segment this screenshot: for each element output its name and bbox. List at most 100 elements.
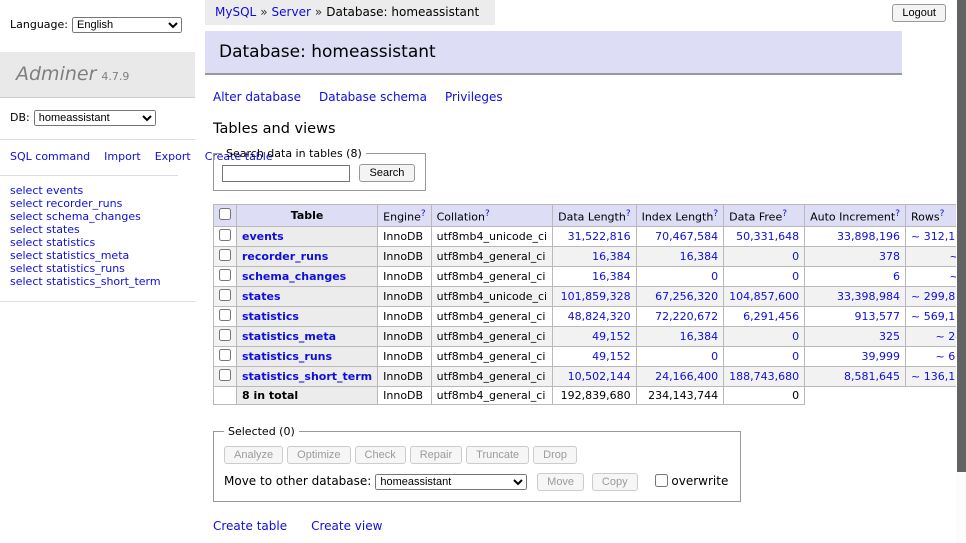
selected-action-button[interactable]: Drop bbox=[533, 446, 577, 464]
table-select-link[interactable]: select events bbox=[10, 185, 185, 198]
adminer-home-link[interactable]: Adminer bbox=[16, 63, 96, 85]
table-name-link[interactable]: recorder_runs bbox=[242, 250, 328, 263]
data-free-link[interactable]: 0 bbox=[792, 270, 799, 283]
auto-increment-link[interactable]: 33,398,984 bbox=[837, 290, 900, 303]
row-checkbox[interactable] bbox=[219, 329, 231, 341]
data-length-link[interactable]: 31,522,816 bbox=[568, 230, 631, 243]
table-select-link[interactable]: select statistics bbox=[10, 237, 185, 250]
table-select-link[interactable]: select recorder_runs bbox=[10, 198, 185, 211]
index-length-link[interactable]: 16,384 bbox=[680, 250, 719, 263]
sidebar-op-link[interactable]: Import bbox=[104, 150, 141, 163]
table-name-link[interactable]: events bbox=[242, 230, 284, 243]
row-checkbox[interactable] bbox=[219, 369, 231, 381]
page-title: Database: homeassistant bbox=[205, 31, 902, 75]
column-help-link[interactable]: ? bbox=[782, 209, 787, 219]
selected-action-button[interactable]: Truncate bbox=[466, 446, 529, 464]
table-select-link[interactable]: select states bbox=[10, 224, 185, 237]
auto-increment-link[interactable]: 325 bbox=[879, 330, 900, 343]
table-select-link[interactable]: select statistics_runs bbox=[10, 263, 185, 276]
table-name-link[interactable]: statistics bbox=[242, 310, 299, 323]
data-length-link[interactable]: 101,859,328 bbox=[561, 290, 631, 303]
sidebar-op-link[interactable]: Export bbox=[155, 150, 191, 163]
db-action-link[interactable]: Privileges bbox=[445, 90, 503, 104]
scrollbar-thumb[interactable] bbox=[957, 0, 966, 472]
total-engine: InnoDB bbox=[378, 386, 431, 404]
create-link[interactable]: Create table bbox=[213, 519, 287, 533]
table-name-link[interactable]: schema_changes bbox=[242, 270, 346, 283]
selected-action-button[interactable]: Check bbox=[355, 446, 406, 464]
data-length-link[interactable]: 16,384 bbox=[592, 270, 631, 283]
table-select-link[interactable]: select statistics_meta bbox=[10, 250, 185, 263]
auto-increment-link[interactable]: 33,898,196 bbox=[837, 230, 900, 243]
index-length-link[interactable]: 16,384 bbox=[680, 330, 719, 343]
collation-cell: utf8mb4_general_ci bbox=[431, 346, 552, 366]
auto-increment-link[interactable]: 39,999 bbox=[862, 350, 901, 363]
data-free-link[interactable]: 188,743,680 bbox=[729, 370, 799, 383]
scrollbar-track[interactable] bbox=[956, 0, 966, 543]
column-header-data-length: Data Length? bbox=[553, 205, 636, 227]
selected-action-button[interactable]: Repair bbox=[410, 446, 462, 464]
column-header-data-free: Data Free? bbox=[724, 205, 805, 227]
auto-increment-link[interactable]: 8,581,645 bbox=[844, 370, 900, 383]
language-select[interactable]: English bbox=[72, 17, 182, 33]
data-length-link[interactable]: 49,152 bbox=[592, 330, 631, 343]
data-free-link[interactable]: 0 bbox=[792, 330, 799, 343]
table-name-link[interactable]: statistics_meta bbox=[242, 330, 336, 343]
db-action-link[interactable]: Database schema bbox=[319, 90, 427, 104]
overwrite-checkbox[interactable] bbox=[655, 474, 668, 487]
index-length-link[interactable]: 0 bbox=[711, 270, 718, 283]
index-length-link[interactable]: 72,220,672 bbox=[655, 310, 718, 323]
breadcrumb-server-link[interactable]: Server bbox=[272, 5, 311, 19]
data-length-link[interactable]: 10,502,144 bbox=[568, 370, 631, 383]
index-length-link[interactable]: 67,256,320 bbox=[655, 290, 718, 303]
create-link[interactable]: Create view bbox=[311, 519, 382, 533]
column-help-link[interactable]: ? bbox=[421, 209, 426, 219]
search-button[interactable]: Search bbox=[359, 164, 416, 182]
index-length-link[interactable]: 70,467,584 bbox=[655, 230, 718, 243]
row-checkbox[interactable] bbox=[219, 249, 231, 261]
column-help-link[interactable]: ? bbox=[895, 209, 900, 219]
table-select-link[interactable]: select schema_changes bbox=[10, 211, 185, 224]
db-action-link[interactable]: Alter database bbox=[213, 90, 301, 104]
data-free-link[interactable]: 104,857,600 bbox=[729, 290, 799, 303]
selected-action-button[interactable]: Optimize bbox=[287, 446, 350, 464]
column-help-link[interactable]: ? bbox=[713, 209, 718, 219]
index-length-link[interactable]: 0 bbox=[711, 350, 718, 363]
row-checkbox[interactable] bbox=[219, 229, 231, 241]
selected-action-button[interactable]: Analyze bbox=[224, 446, 283, 464]
move-button[interactable]: Move bbox=[537, 473, 584, 491]
column-help-link[interactable]: ? bbox=[485, 209, 490, 219]
table-select-link[interactable]: select statistics_short_term bbox=[10, 276, 185, 289]
db-selector-row: DB:homeassistant bbox=[0, 98, 195, 140]
index-length-link[interactable]: 24,166,400 bbox=[655, 370, 718, 383]
column-help-link[interactable]: ? bbox=[626, 209, 631, 219]
select-all-checkbox[interactable] bbox=[219, 208, 231, 220]
move-database-select[interactable]: homeassistant bbox=[375, 474, 527, 490]
table-name-link[interactable]: states bbox=[242, 290, 281, 303]
search-input[interactable] bbox=[222, 165, 350, 182]
data-length-link[interactable]: 48,824,320 bbox=[568, 310, 631, 323]
data-length-link[interactable]: 49,152 bbox=[592, 350, 631, 363]
data-free-link[interactable]: 6,291,456 bbox=[743, 310, 799, 323]
table-name-link[interactable]: statistics_runs bbox=[242, 350, 332, 363]
auto-increment-link[interactable]: 913,577 bbox=[855, 310, 901, 323]
data-free-link[interactable]: 50,331,648 bbox=[736, 230, 799, 243]
table-header-row: Table Engine? Collation? Data Length? In… bbox=[214, 205, 966, 227]
auto-increment-link[interactable]: 6 bbox=[893, 270, 900, 283]
table-name-link[interactable]: statistics_short_term bbox=[242, 370, 372, 383]
row-checkbox[interactable] bbox=[219, 349, 231, 361]
column-help-link[interactable]: ? bbox=[940, 209, 945, 219]
breadcrumb-mysql-link[interactable]: MySQL bbox=[215, 5, 256, 19]
sidebar-op-link[interactable]: SQL command bbox=[10, 150, 90, 163]
total-index-length: 234,143,744 bbox=[636, 386, 724, 404]
data-free-link[interactable]: 0 bbox=[792, 350, 799, 363]
row-checkbox[interactable] bbox=[219, 269, 231, 281]
row-checkbox[interactable] bbox=[219, 289, 231, 301]
db-select[interactable]: homeassistant bbox=[34, 110, 156, 126]
total-data-length: 192,839,680 bbox=[553, 386, 636, 404]
row-checkbox[interactable] bbox=[219, 309, 231, 321]
data-free-link[interactable]: 0 bbox=[792, 250, 799, 263]
copy-button[interactable]: Copy bbox=[592, 473, 638, 491]
auto-increment-link[interactable]: 378 bbox=[879, 250, 900, 263]
data-length-link[interactable]: 16,384 bbox=[592, 250, 631, 263]
